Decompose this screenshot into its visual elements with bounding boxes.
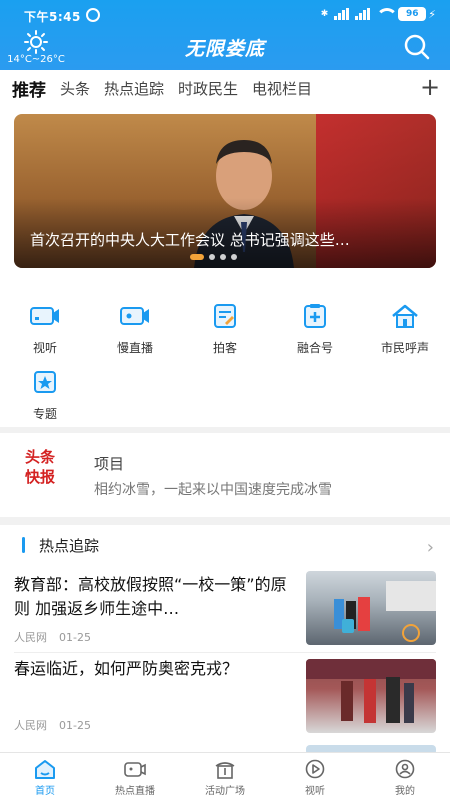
carousel-dot	[190, 254, 204, 260]
status-time: 下午5:45	[24, 10, 81, 24]
ticker-line: 相约冰雪，一起来以中国速度完成冰雪	[94, 482, 332, 498]
plaza-icon	[215, 762, 235, 779]
quick-link-label: 慢直播	[116, 341, 153, 355]
news-date: 01-25	[59, 631, 91, 644]
news-source: 人民网	[14, 719, 47, 732]
logo-line: 头条	[24, 448, 55, 466]
quick-link-topics[interactable]: 专题	[0, 369, 90, 422]
nav-label: 热点直播	[115, 786, 155, 797]
news-thumbnail-image	[306, 659, 436, 723]
plus-box-icon	[304, 304, 326, 328]
chevron-right-icon[interactable]: ›	[427, 537, 434, 558]
status-bar: 下午5:45 ✱ 96 ⚡	[0, 0, 450, 30]
battery-level: 96	[398, 7, 427, 21]
carousel-dot	[231, 254, 237, 260]
logo-line: 快报	[24, 468, 55, 486]
quick-link-slow-live[interactable]: 慢直播	[90, 303, 180, 356]
news-item[interactable]: 春运临近，如何严防奥密克戎？ 人民网 01-25	[0, 653, 450, 741]
quick-link-video[interactable]: 视听	[0, 303, 90, 356]
carousel-dot	[220, 254, 226, 260]
bottom-navigation: 首页 热点直播 活动广场 视听 我的	[0, 752, 450, 800]
nav-label: 首页	[35, 786, 55, 797]
tab-hot-tracking[interactable]: 热点追踪	[104, 78, 178, 99]
news-thumbnail	[306, 571, 436, 645]
nav-live[interactable]: 热点直播	[90, 753, 180, 800]
app-header: 14°C~26°C 无限娄底	[0, 30, 450, 70]
tab-tv-columns[interactable]: 电视栏目	[252, 78, 326, 99]
nav-label: 活动广场	[205, 786, 245, 797]
quick-links: 视听 慢直播 拍客 融合号 市民呼声 专题	[0, 281, 450, 427]
section-header[interactable]: 热点追踪 ›	[0, 517, 450, 565]
wifi-icon	[376, 8, 399, 20]
news-item[interactable]: 教育部：高校放假按照“一校一策”的原则 加强返乡师生途中… 人民网 01-25	[0, 565, 450, 653]
nav-profile[interactable]: 我的	[360, 753, 450, 800]
news-ticker[interactable]: 头条 快报 项目 相约冰雪，一起来以中国速度完成冰雪	[0, 427, 450, 517]
quick-link-label: 市民呼声	[380, 341, 429, 355]
add-channel-button[interactable]: +	[410, 70, 450, 106]
ticker-line: 项目	[94, 455, 125, 473]
channel-tabs-scroll: 推荐 头条 热点追踪 时政民生 电视栏目	[0, 76, 400, 101]
ticker-line-clipped	[94, 433, 346, 447]
status-icons: ✱ 96 ⚡	[321, 7, 436, 21]
section-title: 热点追踪	[39, 536, 100, 555]
quick-link-media-account[interactable]: 融合号	[270, 303, 360, 356]
signal-icon	[334, 8, 350, 20]
video-camera-icon	[30, 307, 59, 325]
alarm-icon	[86, 8, 100, 22]
quick-link-citizen-voice[interactable]: 市民呼声	[360, 303, 450, 356]
nav-video[interactable]: 视听	[270, 753, 360, 800]
ticker-lines: 项目 相约冰雪，一起来以中国速度完成冰雪	[94, 433, 434, 517]
news-thumbnail-image	[334, 581, 436, 642]
quick-link-label: 拍客	[212, 341, 237, 355]
banner-area: 首次召开的中央人大工作会议 总书记强调这些…	[0, 106, 450, 281]
quick-link-label: 专题	[32, 407, 57, 421]
channel-tabs: 推荐 头条 热点追踪 时政民生 电视栏目 +	[0, 70, 450, 106]
quick-link-label: 融合号	[296, 341, 333, 355]
headline-flash-logo: 头条 快报	[18, 447, 62, 503]
battery-icon: 96 ⚡	[398, 7, 436, 21]
user-icon	[395, 759, 415, 779]
news-meta: 人民网 01-25	[14, 629, 91, 645]
quick-link-label: 视听	[32, 341, 57, 355]
tab-politics[interactable]: 时政民生	[178, 78, 252, 99]
carousel-indicator	[190, 254, 237, 260]
bluetooth-icon: ✱	[320, 9, 329, 19]
search-icon[interactable]	[404, 34, 430, 60]
news-thumbnail	[306, 659, 436, 733]
home-icon	[392, 304, 418, 328]
live-tv-icon	[124, 762, 146, 777]
section-accent-bar	[22, 537, 25, 553]
tab-headlines[interactable]: 头条	[60, 78, 104, 99]
news-meta: 人民网 01-25	[14, 717, 91, 733]
nav-activities[interactable]: 活动广场	[180, 753, 270, 800]
live-camera-icon	[120, 307, 149, 325]
quick-link-reporter[interactable]: 拍客	[180, 303, 270, 356]
news-date: 01-25	[59, 719, 91, 732]
star-box-icon	[34, 371, 56, 393]
charging-icon: ⚡	[428, 7, 436, 21]
nav-label: 视听	[305, 786, 325, 797]
nav-home[interactable]: 首页	[0, 753, 90, 800]
tab-recommend[interactable]: 推荐	[0, 76, 60, 101]
nav-label: 我的	[395, 786, 415, 797]
news-headline: 春运临近，如何严防奥密克戎？	[14, 659, 239, 678]
carousel-dot	[209, 254, 215, 260]
signal-icon	[355, 8, 371, 20]
news-source: 人民网	[14, 631, 47, 644]
app-title: 无限娄底	[184, 38, 265, 60]
home-icon	[35, 760, 55, 779]
play-circle-icon	[305, 759, 325, 779]
banner-carousel[interactable]: 首次召开的中央人大工作会议 总书记强调这些…	[14, 114, 436, 268]
news-headline: 教育部：高校放假按照“一校一策”的原则 加强返乡师生途中…	[14, 575, 287, 618]
edit-note-icon	[214, 304, 236, 328]
